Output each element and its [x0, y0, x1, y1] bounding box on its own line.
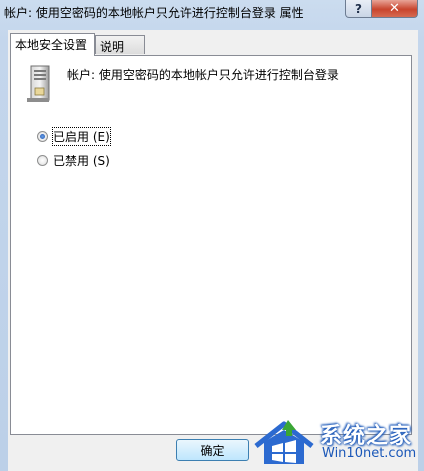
radio-enabled-indicator[interactable] — [37, 131, 48, 142]
ok-button[interactable]: 确定 — [176, 439, 249, 461]
window-title: 帐户: 使用空密码的本地帐户只允许进行控制台登录 属性 — [4, 6, 304, 20]
watermark: 系统之家 Win10net.com — [252, 412, 424, 471]
close-button[interactable]: ✕ — [371, 0, 418, 18]
radio-disabled-label[interactable]: 已禁用 (S) — [53, 152, 110, 169]
radio-disabled[interactable]: 已禁用 (S) — [37, 152, 110, 169]
help-button[interactable]: ? — [345, 0, 372, 18]
radio-enabled[interactable]: 已启用 (E) — [37, 127, 111, 146]
title-bar[interactable]: 帐户: 使用空密码的本地帐户只允许进行控制台登录 属性 ? ✕ — [0, 0, 424, 24]
properties-dialog: 帐户: 使用空密码的本地帐户只允许进行控制台登录 属性 ? ✕ 本地安全设置 说… — [0, 0, 424, 471]
server-icon — [27, 65, 50, 102]
policy-title: 帐户: 使用空密码的本地帐户只允许进行控制台登录 — [67, 68, 339, 82]
tab-panel: 帐户: 使用空密码的本地帐户只允许进行控制台登录 已启用 (E) 已禁用 (S) — [10, 55, 412, 435]
tab-local-security-setting[interactable]: 本地安全设置 — [10, 33, 95, 56]
radio-disabled-indicator[interactable] — [37, 155, 48, 166]
radio-enabled-label[interactable]: 已启用 (E) — [52, 127, 111, 146]
dialog-client-area: 本地安全设置 说明 帐户: 使用空密码的本地帐户只允许进行控制台登录 已启用 (… — [8, 30, 418, 471]
tab-explain[interactable]: 说明 — [95, 35, 145, 54]
house-logo-icon — [254, 420, 314, 464]
watermark-url: Win10net.com — [322, 446, 417, 461]
